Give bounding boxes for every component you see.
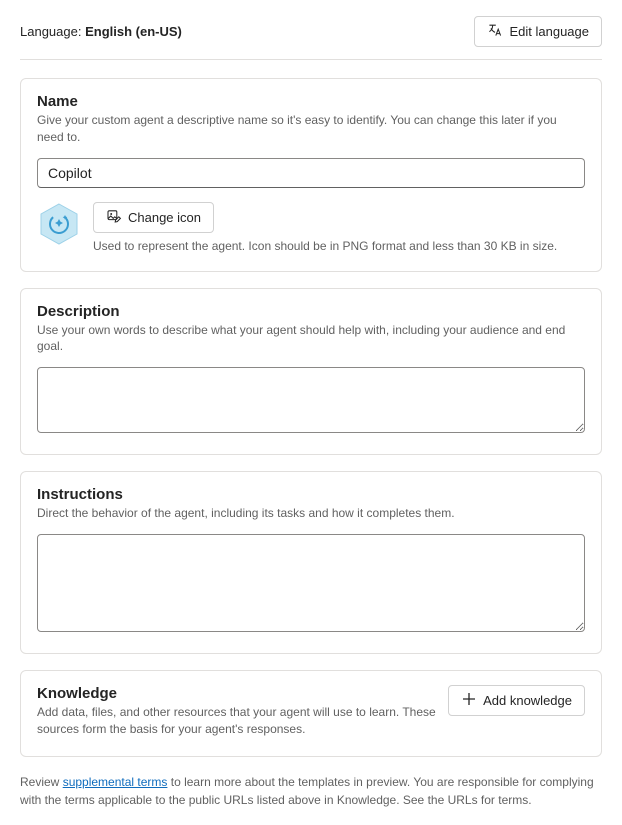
- language-label: Language: English (en-US): [20, 24, 182, 39]
- name-input[interactable]: [37, 158, 585, 188]
- language-prefix: Language:: [20, 24, 85, 39]
- icon-help-text: Used to represent the agent. Icon should…: [93, 239, 585, 253]
- name-title: Name: [37, 93, 585, 110]
- edit-language-label: Edit language: [509, 24, 589, 39]
- add-knowledge-label: Add knowledge: [483, 693, 572, 708]
- knowledge-description: Add data, files, and other resources tha…: [37, 704, 436, 738]
- language-bar: Language: English (en-US) Edit language: [20, 16, 602, 60]
- footer-note: Review supplemental terms to learn more …: [20, 773, 602, 809]
- language-value: English (en-US): [85, 24, 182, 39]
- instructions-title: Instructions: [37, 486, 585, 503]
- change-icon-button[interactable]: Change icon: [93, 202, 214, 233]
- description-input[interactable]: [37, 367, 585, 433]
- instructions-description: Direct the behavior of the agent, includ…: [37, 505, 585, 522]
- name-description: Give your custom agent a descriptive nam…: [37, 112, 585, 146]
- description-card: Description Use your own words to descri…: [20, 288, 602, 456]
- knowledge-card: Knowledge Add data, files, and other res…: [20, 670, 602, 757]
- description-description: Use your own words to describe what your…: [37, 322, 585, 356]
- knowledge-title: Knowledge: [37, 685, 436, 702]
- change-icon-label: Change icon: [128, 210, 201, 225]
- edit-language-button[interactable]: Edit language: [474, 16, 602, 47]
- add-knowledge-button[interactable]: Add knowledge: [448, 685, 585, 716]
- agent-icon: [37, 202, 81, 246]
- footer-pre: Review: [20, 775, 63, 789]
- description-title: Description: [37, 303, 585, 320]
- instructions-input[interactable]: [37, 534, 585, 632]
- plus-icon: [461, 691, 477, 710]
- supplemental-terms-link[interactable]: supplemental terms: [63, 775, 168, 789]
- image-edit-icon: [106, 208, 122, 227]
- name-card: Name Give your custom agent a descriptiv…: [20, 78, 602, 272]
- instructions-card: Instructions Direct the behavior of the …: [20, 471, 602, 654]
- translate-icon: [487, 22, 503, 41]
